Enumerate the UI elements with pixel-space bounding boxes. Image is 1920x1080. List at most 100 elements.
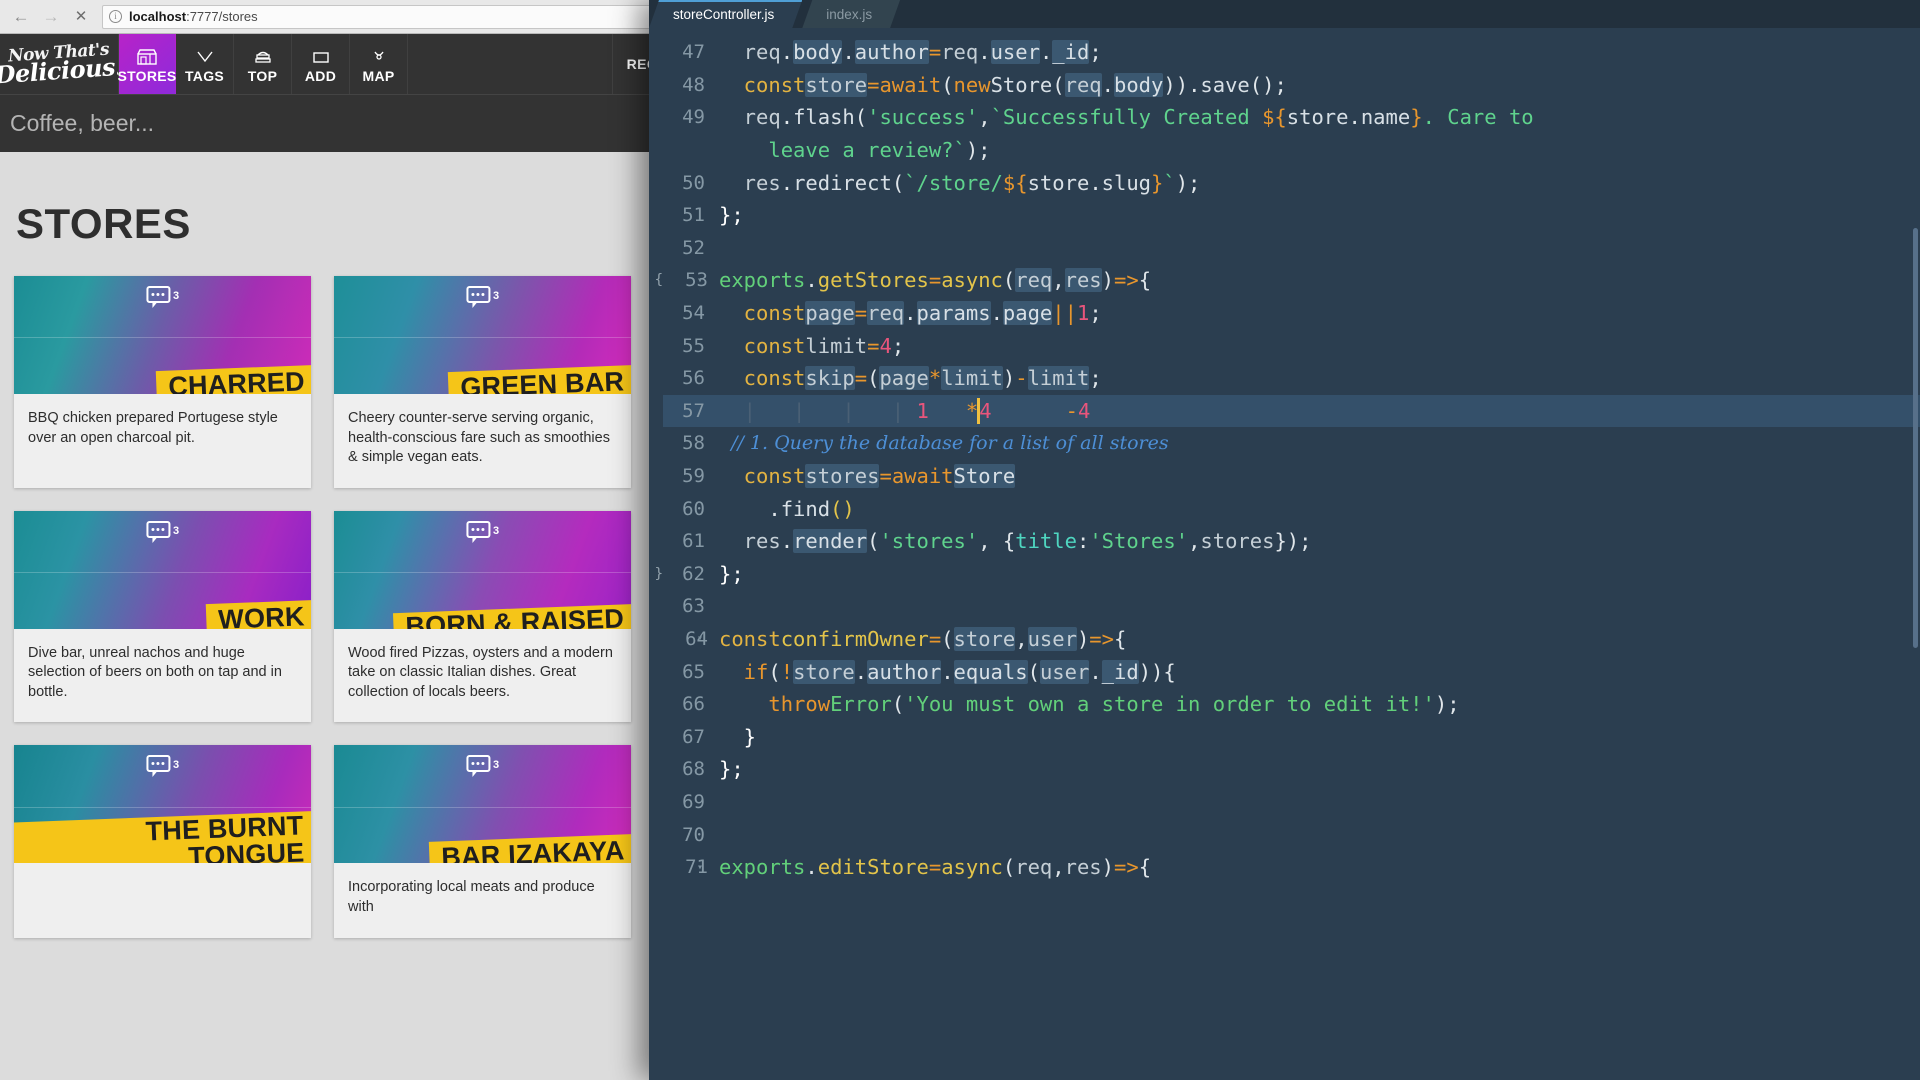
fold-markers-column[interactable]: {}	[649, 28, 663, 1080]
comment-count: 3	[492, 524, 500, 537]
nav-label-add: ADD	[304, 67, 337, 84]
code-line-48[interactable]: const store = await (new Store(req. body)…	[719, 69, 1920, 102]
store-card[interactable]: 3 BORN & RAISED Wood fired Pizzas, oysters…	[334, 510, 631, 723]
brace-marker	[649, 395, 663, 428]
comment-count-badge: 3	[145, 755, 179, 778]
brace-marker	[649, 427, 663, 460]
line-number: 55	[682, 334, 705, 357]
comment-count: 3	[492, 290, 500, 302]
nav-item-top[interactable]: TOP	[234, 34, 292, 94]
code-line-59[interactable]: const stores = await Store	[719, 460, 1920, 493]
line-number: 50	[682, 171, 705, 194]
code-line-49b[interactable]: leave a review?`);	[719, 134, 1920, 167]
store-card[interactable]: 3 GREEN BAR Cheery counter-serve serving o…	[334, 276, 631, 488]
nav-item-add[interactable]: ADD	[292, 34, 350, 94]
line-number: 58	[682, 432, 705, 455]
comment-count: 3	[172, 524, 180, 537]
comment-count-badge: 3	[145, 286, 180, 308]
code-line-65[interactable]: if (! store. author. equals(user. _id)) {	[719, 655, 1920, 688]
code-line-63[interactable]	[719, 590, 1920, 623]
code-line-52[interactable]	[719, 232, 1920, 265]
code-line-51[interactable]: };	[719, 199, 1920, 232]
store-name[interactable]: CHARRED	[155, 365, 311, 394]
line-number: 51	[682, 204, 705, 227]
line-number: 54	[682, 302, 705, 325]
store-card[interactable]: 3 THE BURNT TONGUE	[14, 745, 311, 938]
store-card[interactable]: 3 BAR IZAKAYA Incorporating local meats an…	[334, 745, 631, 938]
code-area[interactable]: {} 47 48 49 50 51 52 53 ▾ 54 55 56 57 58 59 60 61 62 63 64…	[649, 28, 1920, 1080]
line-number: 61	[682, 530, 705, 553]
store-hero[interactable]: 3 BORN & RAISED	[334, 510, 631, 629]
code-line-71[interactable]: exports. editStore = async (req, res) => …	[719, 851, 1920, 884]
plus-box-icon	[311, 49, 331, 66]
code-line-50[interactable]: res. redirect(`/store/${store. slug} `);	[719, 166, 1920, 199]
code-line-54[interactable]: const page = req. params. page || 1;	[719, 297, 1920, 330]
store-hero[interactable]: 3 BAR IZAKAYA	[334, 745, 631, 864]
line-number: 68	[682, 758, 705, 781]
comment-count: 3	[172, 290, 180, 302]
brace-marker	[649, 688, 663, 721]
code-line-53[interactable]: exports. getStores = async (req, res) => …	[719, 264, 1920, 297]
code-line-58[interactable]: // 1. Query the database for a list of a…	[719, 427, 1920, 460]
nav-label-stores: STORES	[117, 67, 177, 84]
code-line-70[interactable]	[719, 818, 1920, 851]
line-number: 56	[682, 367, 705, 390]
store-name[interactable]: WORK	[205, 599, 311, 629]
brace-marker	[649, 492, 663, 525]
nav-label-tags: TAGS	[184, 67, 225, 84]
fold-arrow-icon[interactable]: ▾	[697, 862, 703, 873]
nav-item-tags[interactable]: TAGS	[176, 34, 234, 94]
code-line-68[interactable]: };	[719, 753, 1920, 786]
site-logo[interactable]: Now That's Delicious!	[0, 34, 118, 94]
stop-icon[interactable]: ✕	[66, 3, 96, 31]
site-info-icon[interactable]: i	[109, 10, 122, 23]
code-line-69[interactable]	[719, 786, 1920, 819]
comment-bubble-icon	[465, 755, 490, 778]
line-number: 67	[682, 725, 705, 748]
code-line-66[interactable]: throw Error('You must own a store in ord…	[719, 688, 1920, 721]
comment-bubble-icon	[465, 520, 490, 543]
store-hero[interactable]: 3 THE BURNT TONGUE	[14, 745, 311, 864]
code-line-64[interactable]: const confirmOwner = (store, user) => {	[719, 623, 1920, 656]
store-card[interactable]: 3 WORK Dive bar, unreal nachos and huge se…	[14, 510, 311, 723]
tab-storecontroller-js[interactable]: storeController.js	[649, 0, 802, 28]
line-number: 71 ▾	[685, 856, 708, 879]
trophy-icon	[253, 49, 273, 66]
fold-arrow-icon[interactable]: ▾	[697, 275, 703, 286]
code-line-47[interactable]: req. body. author = req. user. _id;	[719, 36, 1920, 69]
brace-marker	[649, 134, 663, 167]
comment-count: 3	[492, 759, 500, 772]
store-hero[interactable]: 3 GREEN BAR	[334, 276, 631, 394]
brace-marker	[649, 786, 663, 819]
brace-marker	[649, 818, 663, 851]
code-line-56[interactable]: const skip = (page * limit) - limit;	[719, 362, 1920, 395]
store-card-body: Wood fired Pizzas, oysters and a modern …	[334, 629, 631, 723]
hero-divider	[334, 806, 631, 808]
brace-marker	[649, 851, 663, 884]
code-line-57[interactable]: | | | | 1 * 4 - 4	[719, 394, 1920, 428]
store-hero[interactable]: 3 CHARRED	[14, 276, 311, 394]
back-arrow-icon[interactable]: ←	[6, 3, 36, 31]
nav-item-map[interactable]: MAP	[350, 34, 408, 94]
code-line-61[interactable]: res. render('stores', { title: 'Stores', …	[719, 525, 1920, 558]
comment-count-badge: 3	[145, 520, 180, 543]
code-line-62[interactable]: };	[719, 558, 1920, 591]
tab-index-js[interactable]: index.js	[802, 0, 900, 28]
forward-arrow-icon[interactable]: →	[36, 3, 66, 31]
code-lines[interactable]: req. body. author = req. user. _id; const st…	[719, 28, 1920, 1080]
store-hero[interactable]: 3 WORK	[14, 510, 311, 629]
store-description: Wood fired Pizzas, oysters and a modern …	[348, 644, 613, 700]
code-line-67[interactable]: }	[719, 720, 1920, 753]
editor-scrollbar[interactable]	[1913, 228, 1918, 648]
store-card-body: BBQ chicken prepared Portugese style ove…	[14, 394, 311, 468]
nav-item-stores[interactable]: STORES	[117, 34, 177, 94]
brace-marker	[649, 232, 663, 265]
code-line-55[interactable]: const limit = 4;	[719, 329, 1920, 362]
line-number: 60	[682, 497, 705, 520]
store-card[interactable]: 3 CHARRED BBQ chicken prepared Portugese s…	[14, 276, 311, 488]
code-line-60[interactable]: . find()	[719, 492, 1920, 525]
store-card-body	[14, 863, 311, 898]
line-number-gutter: 47 48 49 50 51 52 53 ▾ 54 55 56 57 58 59 60 61 62 63 64 ▾ 65…	[663, 28, 719, 1080]
code-line-49[interactable]: req. flash('success', `Successfully Creat…	[719, 101, 1920, 134]
fold-arrow-icon[interactable]: ▾	[697, 633, 703, 644]
